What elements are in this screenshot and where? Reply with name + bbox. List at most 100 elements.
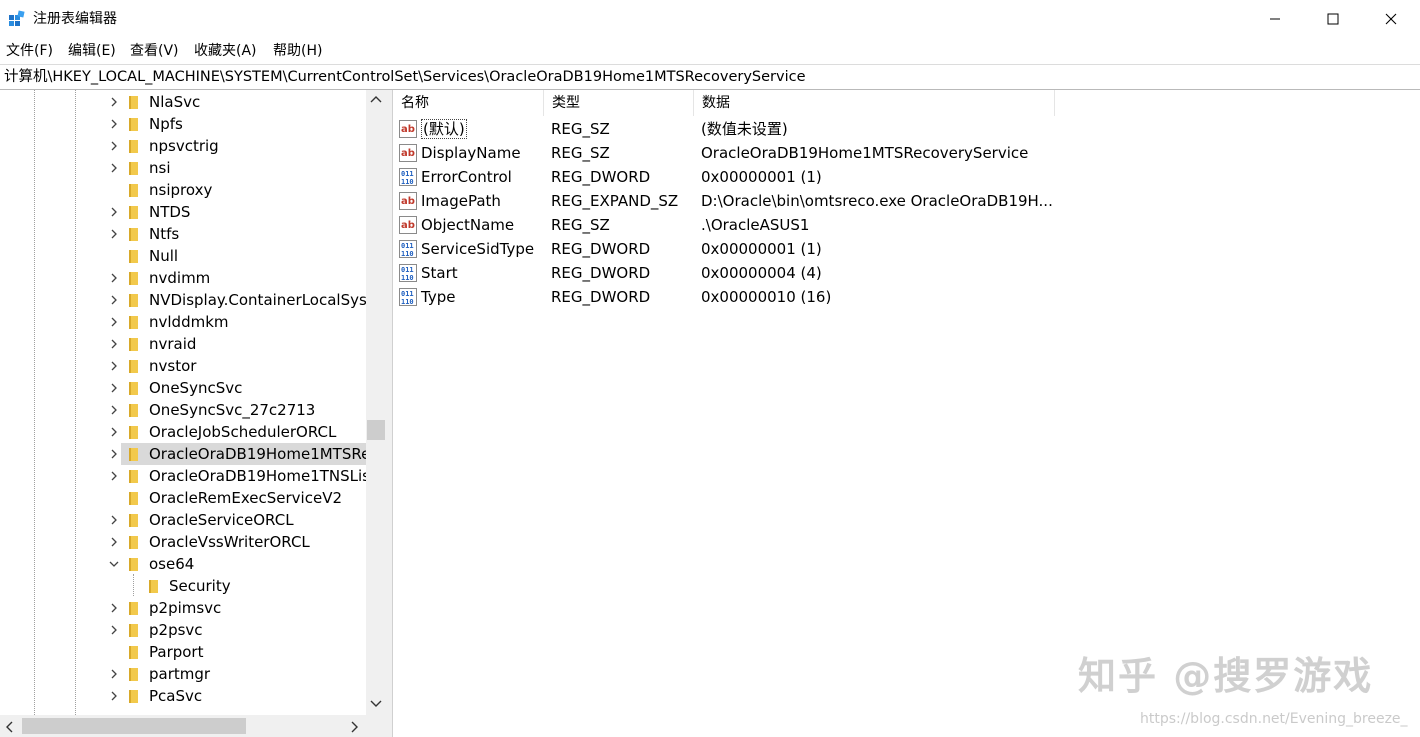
scroll-up-icon[interactable]	[370, 95, 382, 105]
value-row[interactable]: 011 110 Type REG_DWORD 0x00000010 (16)	[393, 285, 1420, 309]
menu-favorites[interactable]: 收藏夹(A)	[194, 42, 257, 60]
tree-item[interactable]: ose64	[0, 553, 366, 575]
value-name: ErrorControl	[421, 168, 512, 186]
column-header-type[interactable]: 类型	[544, 90, 694, 116]
tree-item[interactable]: Ntfs	[0, 223, 366, 245]
tree-item[interactable]: nvraid	[0, 333, 366, 355]
tree-item-label: OracleRemExecServiceV2	[149, 489, 343, 507]
folder-icon	[129, 404, 138, 417]
scroll-left-icon[interactable]	[5, 721, 15, 733]
pane-splitter[interactable]	[386, 90, 393, 737]
tree-item[interactable]: nsi	[0, 157, 366, 179]
chevron-right-icon[interactable]	[108, 96, 120, 108]
tree-item[interactable]: OracleOraDB19Home1TNSLis	[0, 465, 370, 487]
address-path[interactable]: 计算机\HKEY_LOCAL_MACHINE\SYSTEM\CurrentCon…	[4, 68, 806, 86]
tree-item[interactable]: nvstor	[0, 355, 366, 377]
chevron-right-icon[interactable]	[108, 448, 120, 460]
chevron-right-icon[interactable]	[108, 404, 120, 416]
svg-text:110: 110	[401, 178, 414, 186]
value-row[interactable]: 011 110 Start REG_DWORD 0x00000004 (4)	[393, 261, 1420, 285]
binary-value-icon: 011110	[399, 168, 417, 186]
value-row[interactable]: ab ImagePath REG_EXPAND_SZ D:\Oracle\bin\om…	[393, 189, 1420, 213]
maximize-button[interactable]	[1304, 0, 1362, 38]
tree-item[interactable]: NlaSvc	[0, 91, 366, 113]
chevron-down-icon[interactable]	[108, 558, 120, 570]
menu-bar: 文件(F) 编辑(E) 查看(V) 收藏夹(A) 帮助(H)	[0, 38, 1420, 64]
value-type: REG_DWORD	[551, 264, 651, 282]
tree-item[interactable]: nsiproxy	[0, 179, 366, 201]
menu-help[interactable]: 帮助(H)	[273, 42, 322, 60]
chevron-right-icon[interactable]	[108, 668, 120, 680]
chevron-right-icon[interactable]	[108, 294, 120, 306]
binary-value-icon: 011110	[399, 288, 417, 306]
tree-item[interactable]: Parport	[0, 641, 366, 663]
tree-item[interactable]: OracleOraDB19Home1MTSRe	[0, 443, 370, 465]
chevron-right-icon[interactable]	[108, 338, 120, 350]
value-row[interactable]: 011 110 ErrorControl REG_DWORD 0x00000001 (1…	[393, 165, 1420, 189]
tree-item[interactable]: OneSyncSvc	[0, 377, 366, 399]
tree-item[interactable]: OneSyncSvc_27c2713	[0, 399, 366, 421]
tree-item[interactable]: Security	[0, 575, 366, 597]
svg-text:ab: ab	[401, 220, 415, 231]
binary-value-icon: 011110	[399, 240, 417, 258]
column-header-data[interactable]: 数据	[694, 90, 1055, 116]
tree-item[interactable]: nvlddmkm	[0, 311, 366, 333]
tree-item[interactable]: p2pimsvc	[0, 597, 366, 619]
chevron-right-icon[interactable]	[108, 382, 120, 394]
value-row[interactable]: 011 110 ServiceSidType REG_DWORD 0x00000001 …	[393, 237, 1420, 261]
chevron-right-icon[interactable]	[108, 514, 120, 526]
chevron-right-icon[interactable]	[108, 316, 120, 328]
tree-horizontal-scroll-thumb[interactable]	[22, 718, 246, 734]
string-value-icon: ab	[399, 120, 417, 138]
tree-item[interactable]: npsvctrig	[0, 135, 366, 157]
chevron-right-icon[interactable]	[108, 536, 120, 548]
value-data: 0x00000001 (1)	[701, 240, 822, 258]
tree-vertical-scrollbar[interactable]	[366, 90, 386, 715]
value-data: 0x00000004 (4)	[701, 264, 822, 282]
chevron-right-icon[interactable]	[108, 426, 120, 438]
chevron-right-icon[interactable]	[108, 206, 120, 218]
value-row[interactable]: ab ObjectName REG_SZ .\OracleASUS1	[393, 213, 1420, 237]
menu-file[interactable]: 文件(F)	[6, 42, 53, 60]
tree-item[interactable]: OracleServiceORCL	[0, 509, 366, 531]
chevron-right-icon[interactable]	[108, 118, 120, 130]
tree-item[interactable]: NVDisplay.ContainerLocalSyst	[0, 289, 373, 311]
menu-edit[interactable]: 编辑(E)	[68, 42, 116, 60]
tree-item[interactable]: NTDS	[0, 201, 366, 223]
chevron-right-icon[interactable]	[108, 228, 120, 240]
tree-item[interactable]: partmgr	[0, 663, 366, 685]
minimize-button[interactable]	[1246, 0, 1304, 38]
column-header-name[interactable]: 名称	[393, 90, 544, 116]
value-row[interactable]: ab DisplayName REG_SZ OracleOraDB19Home1MTS…	[393, 141, 1420, 165]
tree-item[interactable]: p2psvc	[0, 619, 366, 641]
tree-item[interactable]: OracleRemExecServiceV2	[0, 487, 366, 509]
chevron-right-icon[interactable]	[108, 602, 120, 614]
tree-item[interactable]: Npfs	[0, 113, 366, 135]
value-type: REG_DWORD	[551, 168, 651, 186]
value-row[interactable]: ab (默认) REG_SZ (数值未设置)	[393, 117, 1420, 141]
scroll-right-icon[interactable]	[349, 721, 359, 733]
tree-item-label: NlaSvc	[149, 93, 201, 111]
chevron-right-icon[interactable]	[108, 272, 120, 284]
tree-item[interactable]: PcaSvc	[0, 685, 366, 707]
address-bar[interactable]: 计算机\HKEY_LOCAL_MACHINE\SYSTEM\CurrentCon…	[0, 64, 1420, 90]
svg-text:ab: ab	[401, 196, 415, 207]
scroll-down-icon[interactable]	[370, 698, 382, 708]
value-name: Type	[421, 288, 456, 306]
chevron-right-icon[interactable]	[108, 140, 120, 152]
tree-vertical-scroll-thumb[interactable]	[367, 420, 385, 440]
tree-item-label: Ntfs	[149, 225, 180, 243]
regedit-app-icon	[9, 10, 25, 26]
tree-item[interactable]: OracleJobSchedulerORCL	[0, 421, 366, 443]
tree-item[interactable]: Null	[0, 245, 366, 267]
chevron-right-icon[interactable]	[108, 470, 120, 482]
menu-view[interactable]: 查看(V)	[130, 42, 179, 60]
tree-item-label: OracleOraDB19Home1MTSRe	[149, 445, 371, 463]
tree-item[interactable]: nvdimm	[0, 267, 366, 289]
chevron-right-icon[interactable]	[108, 162, 120, 174]
chevron-right-icon[interactable]	[108, 624, 120, 636]
close-button[interactable]	[1362, 0, 1420, 38]
chevron-right-icon[interactable]	[108, 360, 120, 372]
tree-item[interactable]: OracleVssWriterORCL	[0, 531, 366, 553]
chevron-right-icon[interactable]	[108, 690, 120, 702]
